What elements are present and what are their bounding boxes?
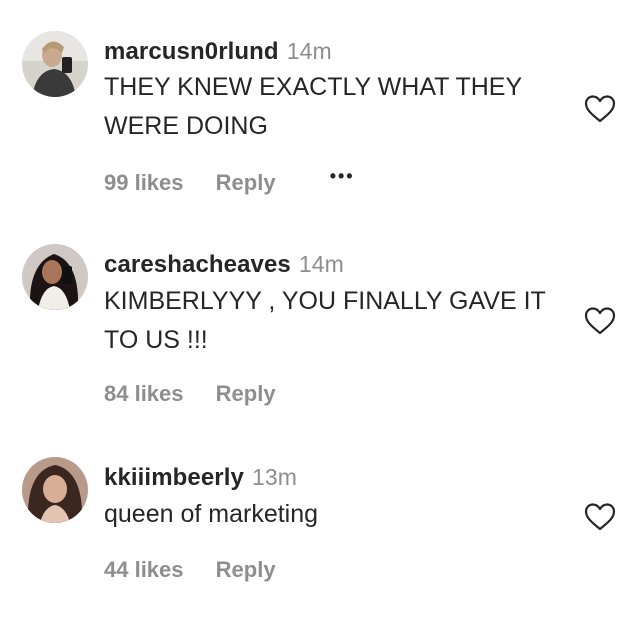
timestamp: 14m: [286, 38, 332, 64]
likes-count[interactable]: 44 likes: [104, 556, 184, 584]
comment-meta: 44 likes Reply: [104, 556, 276, 584]
username-text[interactable]: kkiiimbeerly: [104, 464, 244, 491]
likes-count[interactable]: 84 likes: [104, 380, 184, 408]
comment-text: THEY KNEW EXACTLY WHAT THEY WERE DOING: [104, 73, 522, 140]
comment-item: kkiiimbeerly 13m queen of marketing 44 li…: [0, 430, 634, 618]
avatar[interactable]: [22, 244, 88, 310]
avatar-image: [22, 31, 88, 97]
comment-item: marcusn0rlund 14m THEY KNEW EXACTLY WHAT …: [0, 0, 634, 210]
more-options-icon[interactable]: •••: [330, 162, 355, 190]
heart-outline-icon[interactable]: [584, 306, 616, 336]
avatar-image: [22, 244, 88, 310]
comment-item: careshacheaves 14m KIMBERLYYY , YOU FINAL…: [0, 210, 634, 430]
username-text[interactable]: careshacheaves: [104, 251, 291, 278]
reply-button[interactable]: Reply: [216, 169, 276, 197]
comment-text: queen of marketing: [104, 500, 319, 528]
reply-button[interactable]: Reply: [216, 556, 276, 584]
heart-outline-icon[interactable]: [584, 94, 616, 124]
username[interactable]: careshacheaves 14m: [104, 250, 344, 279]
avatar[interactable]: [22, 31, 88, 97]
reply-button[interactable]: Reply: [216, 380, 276, 408]
avatar-image: [22, 457, 88, 523]
comment-meta: 99 likes Reply •••: [104, 166, 355, 198]
timestamp: 13m: [251, 464, 297, 490]
username[interactable]: marcusn0rlund 14m: [104, 37, 332, 66]
comment-text: KIMBERLYYY , YOU FINALLY GAVE IT TO US !…: [104, 287, 546, 354]
timestamp: 14m: [298, 251, 344, 277]
username-text[interactable]: marcusn0rlund: [104, 38, 279, 65]
username[interactable]: kkiiimbeerly 13m: [104, 463, 297, 492]
heart-outline-icon[interactable]: [584, 502, 616, 532]
likes-count[interactable]: 99 likes: [104, 169, 184, 197]
avatar[interactable]: [22, 457, 88, 523]
comment-meta: 84 likes Reply: [104, 380, 276, 408]
